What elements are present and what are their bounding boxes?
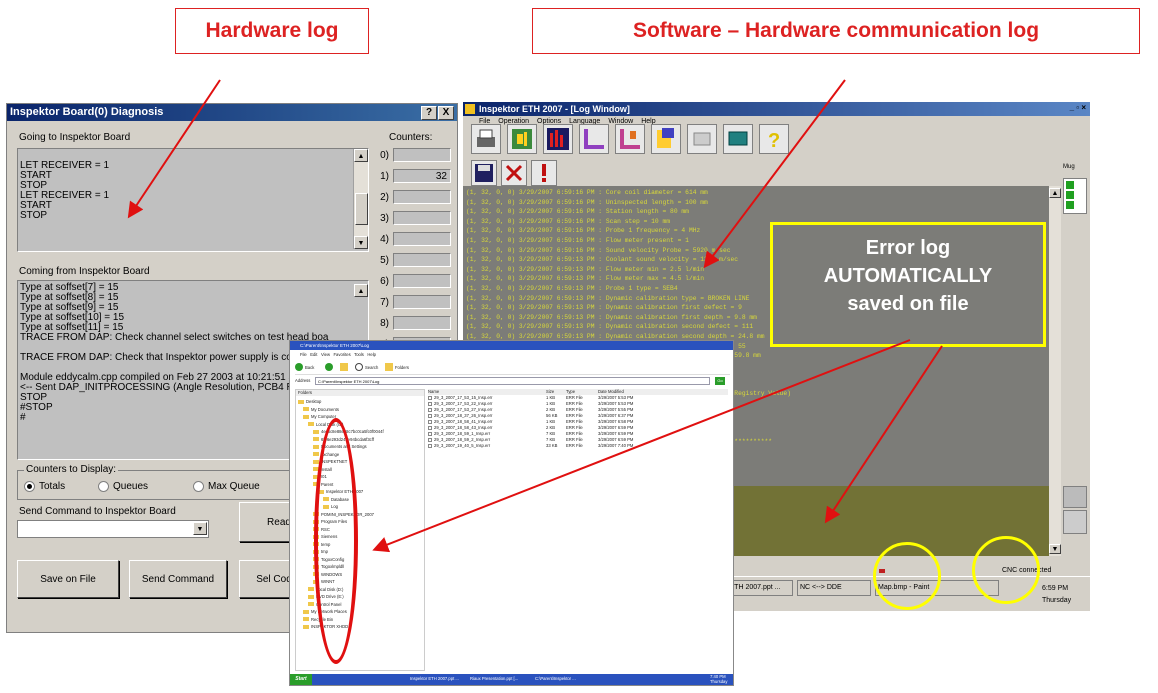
arrow-software [703, 79, 846, 269]
arrow-hardware [127, 79, 221, 219]
arrows-overlay [127, 79, 943, 553]
arrow-error-log [824, 345, 943, 524]
arrow-folder [372, 339, 911, 553]
